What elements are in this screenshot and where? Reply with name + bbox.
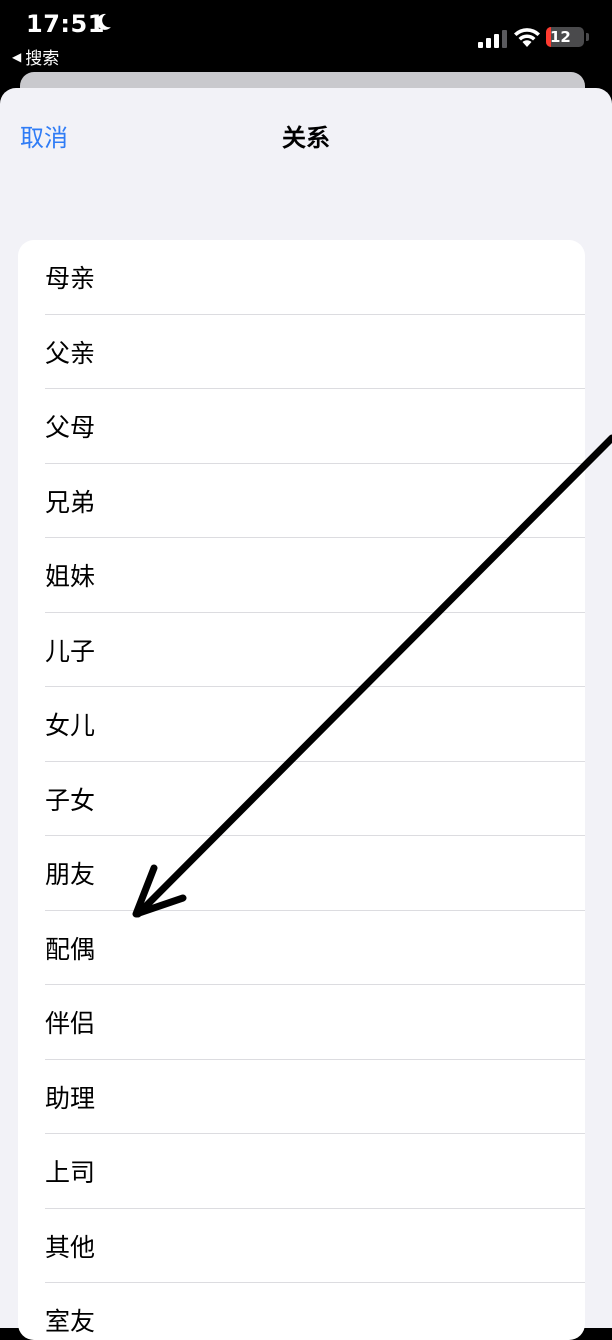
list-item-other[interactable]: 其他: [18, 1209, 585, 1284]
list-item-son[interactable]: 儿子: [18, 613, 585, 688]
do-not-disturb-moon-icon: [96, 13, 111, 30]
relationship-list: 母亲 父亲 父母 兄弟 姐妹 儿子 女儿 子女 朋友 配偶 伴侣 助理 上司 其…: [18, 240, 585, 1340]
relationship-picker-sheet: 关系 取消 母亲 父亲 父母 兄弟 姐妹 儿子 女儿 子女 朋友 配偶 伴侣 助…: [0, 88, 612, 1340]
back-app-label: 搜索: [25, 49, 60, 69]
list-item-manager[interactable]: 上司: [18, 1134, 585, 1209]
list-item-father[interactable]: 父亲: [18, 315, 585, 390]
list-item-spouse[interactable]: 配偶: [18, 911, 585, 986]
battery-cap: [586, 33, 589, 41]
battery-percent: 12: [550, 28, 571, 46]
cellular-signal-icon: [478, 30, 507, 48]
list-item-parent[interactable]: 父母: [18, 389, 585, 464]
back-triangle-icon: ◀: [12, 49, 22, 64]
back-to-app-button[interactable]: ◀ 搜索: [12, 44, 59, 69]
list-item-sister[interactable]: 姐妹: [18, 538, 585, 613]
battery-body: 12: [546, 27, 584, 47]
list-item-partner[interactable]: 伴侣: [18, 985, 585, 1060]
list-item-brother[interactable]: 兄弟: [18, 464, 585, 539]
battery-indicator: 12: [546, 27, 590, 49]
wifi-icon: [514, 28, 540, 47]
cancel-button[interactable]: 取消: [20, 118, 68, 153]
page-title: 关系: [282, 124, 330, 152]
list-item-roommate[interactable]: 室友: [18, 1283, 585, 1340]
list-item-mother[interactable]: 母亲: [18, 240, 585, 315]
list-item-child[interactable]: 子女: [18, 762, 585, 837]
list-item-friend[interactable]: 朋友: [18, 836, 585, 911]
list-item-assistant[interactable]: 助理: [18, 1060, 585, 1135]
status-bar: 17:51 ◀ 搜索 12: [0, 0, 612, 72]
list-item-daughter[interactable]: 女儿: [18, 687, 585, 762]
